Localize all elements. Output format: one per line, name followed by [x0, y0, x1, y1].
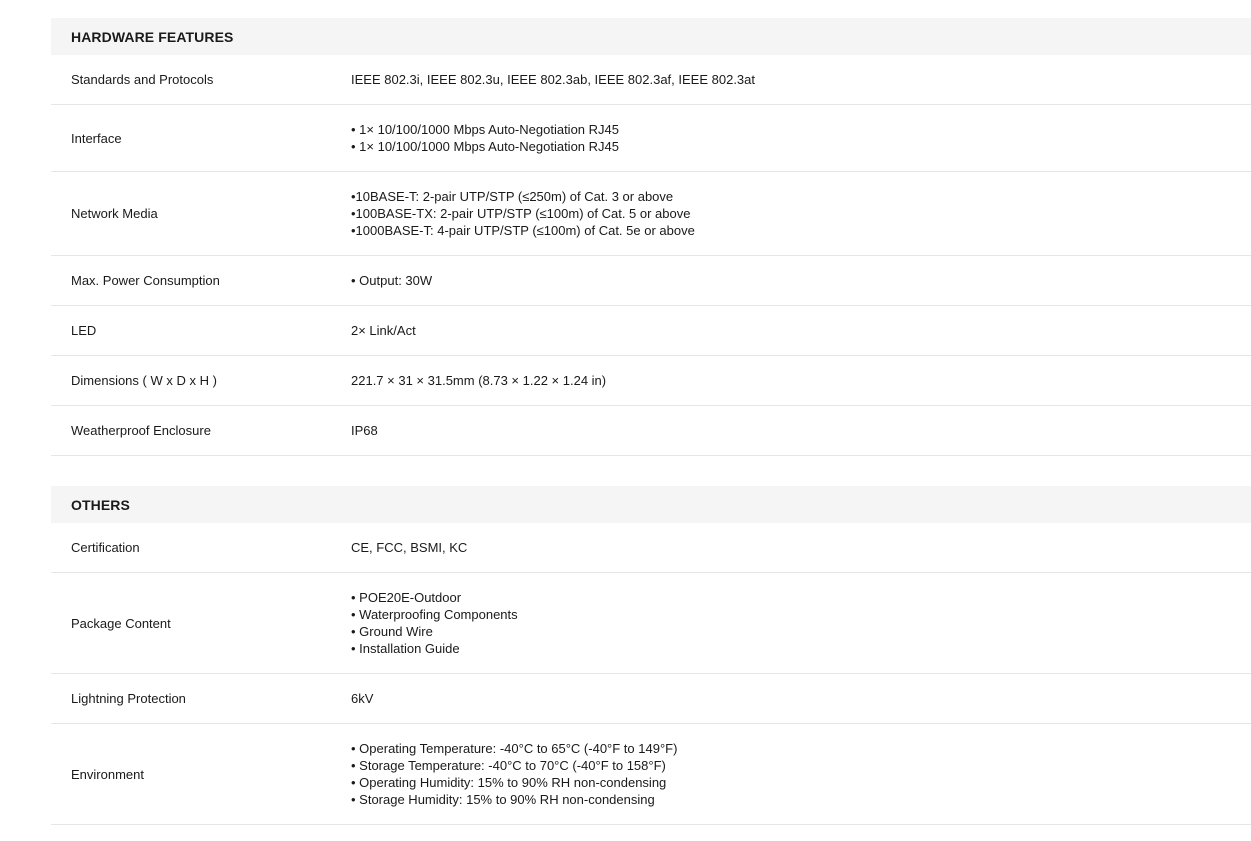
spec-value: 221.7 × 31 × 31.5mm (8.73 × 1.22 × 1.24 … [351, 372, 1251, 389]
spec-value-line: • Ground Wire [351, 624, 433, 639]
spec-row-lightning-protection: Lightning Protection 6kV [51, 674, 1251, 724]
spec-value-line: • Storage Temperature: -40°C to 70°C (-4… [351, 758, 666, 773]
spec-row-package-content: Package Content • POE20E-Outdoor • Water… [51, 573, 1251, 674]
section-header: OTHERS [51, 486, 1251, 523]
spec-value-line: •100BASE-TX: 2-pair UTP/STP (≤100m) of C… [351, 206, 691, 221]
spec-value: IP68 [351, 422, 1251, 439]
spec-row-led: LED 2× Link/Act [51, 306, 1251, 356]
spec-label: Dimensions ( W x D x H ) [71, 373, 217, 388]
spec-label: Standards and Protocols [71, 72, 214, 87]
spec-row-network-media: Network Media •10BASE-T: 2-pair UTP/STP … [51, 172, 1251, 256]
spec-row-max-power: Max. Power Consumption • Output: 30W [51, 256, 1251, 306]
spec-value-line: • Operating Temperature: -40°C to 65°C (… [351, 741, 678, 756]
spec-value-line: CE, FCC, BSMI, KC [351, 540, 468, 555]
spec-table: Standards and Protocols IEEE 802.3i, IEE… [51, 55, 1251, 456]
spec-value: IEEE 802.3i, IEEE 802.3u, IEEE 802.3ab, … [351, 71, 1251, 88]
spec-label: Network Media [71, 206, 158, 221]
spec-value: •10BASE-T: 2-pair UTP/STP (≤250m) of Cat… [351, 188, 1251, 239]
spec-value-line: • 1× 10/100/1000 Mbps Auto-Negotiation R… [351, 139, 619, 154]
spec-row-environment: Environment • Operating Temperature: -40… [51, 724, 1251, 825]
spec-label: Certification [71, 540, 140, 555]
section-header: HARDWARE FEATURES [51, 18, 1251, 55]
spec-row-interface: Interface • 1× 10/100/1000 Mbps Auto-Neg… [51, 105, 1251, 172]
spec-value: CE, FCC, BSMI, KC [351, 539, 1251, 556]
spec-value: • Output: 30W [351, 272, 1251, 289]
spec-value-line: 6kV [351, 691, 374, 706]
spec-value: 6kV [351, 690, 1251, 707]
spec-value-line: • Output: 30W [351, 273, 433, 288]
spec-value-line: • Waterproofing Components [351, 607, 518, 622]
spec-value-line: • Installation Guide [351, 641, 460, 656]
spec-label: Interface [71, 130, 122, 146]
spec-row-dimensions: Dimensions ( W x D x H ) 221.7 × 31 × 31… [51, 356, 1251, 406]
spec-value-line: • Storage Humidity: 15% to 90% RH non-co… [351, 792, 655, 807]
spec-sheet: HARDWARE FEATURES Standards and Protocol… [51, 18, 1251, 825]
spec-value: 2× Link/Act [351, 322, 1251, 339]
spec-value-line: IP68 [351, 423, 378, 438]
section-others: OTHERS Certification CE, FCC, BSMI, KC P… [51, 486, 1251, 825]
spec-value-line: • 1× 10/100/1000 Mbps Auto-Negotiation R… [351, 122, 619, 137]
spec-label: Package Content [71, 615, 171, 631]
spec-value: • POE20E-Outdoor • Waterproofing Compone… [351, 589, 1251, 657]
spec-row-standards: Standards and Protocols IEEE 802.3i, IEE… [51, 55, 1251, 105]
spec-label: LED [71, 323, 97, 338]
spec-label: Max. Power Consumption [71, 273, 220, 288]
spec-value-line: • POE20E-Outdoor [351, 590, 462, 605]
spec-value-line: • Operating Humidity: 15% to 90% RH non-… [351, 775, 667, 790]
spec-label: Environment [71, 766, 144, 782]
spec-value-line: 221.7 × 31 × 31.5mm (8.73 × 1.22 × 1.24 … [351, 373, 607, 388]
spec-value-line: IEEE 802.3i, IEEE 802.3u, IEEE 802.3ab, … [351, 72, 755, 87]
spec-value-line: •10BASE-T: 2-pair UTP/STP (≤250m) of Cat… [351, 189, 674, 204]
spec-row-certification: Certification CE, FCC, BSMI, KC [51, 523, 1251, 573]
spec-value: • Operating Temperature: -40°C to 65°C (… [351, 740, 1251, 808]
spec-value: • 1× 10/100/1000 Mbps Auto-Negotiation R… [351, 121, 1251, 155]
spec-row-weatherproof: Weatherproof Enclosure IP68 [51, 406, 1251, 456]
spec-table: Certification CE, FCC, BSMI, KC Package … [51, 523, 1251, 825]
spec-label: Lightning Protection [71, 691, 186, 706]
section-hardware-features: HARDWARE FEATURES Standards and Protocol… [51, 18, 1251, 456]
spec-value-line: 2× Link/Act [351, 323, 416, 338]
spec-value-line: •1000BASE-T: 4-pair UTP/STP (≤100m) of C… [351, 223, 695, 238]
spec-label: Weatherproof Enclosure [71, 423, 211, 438]
